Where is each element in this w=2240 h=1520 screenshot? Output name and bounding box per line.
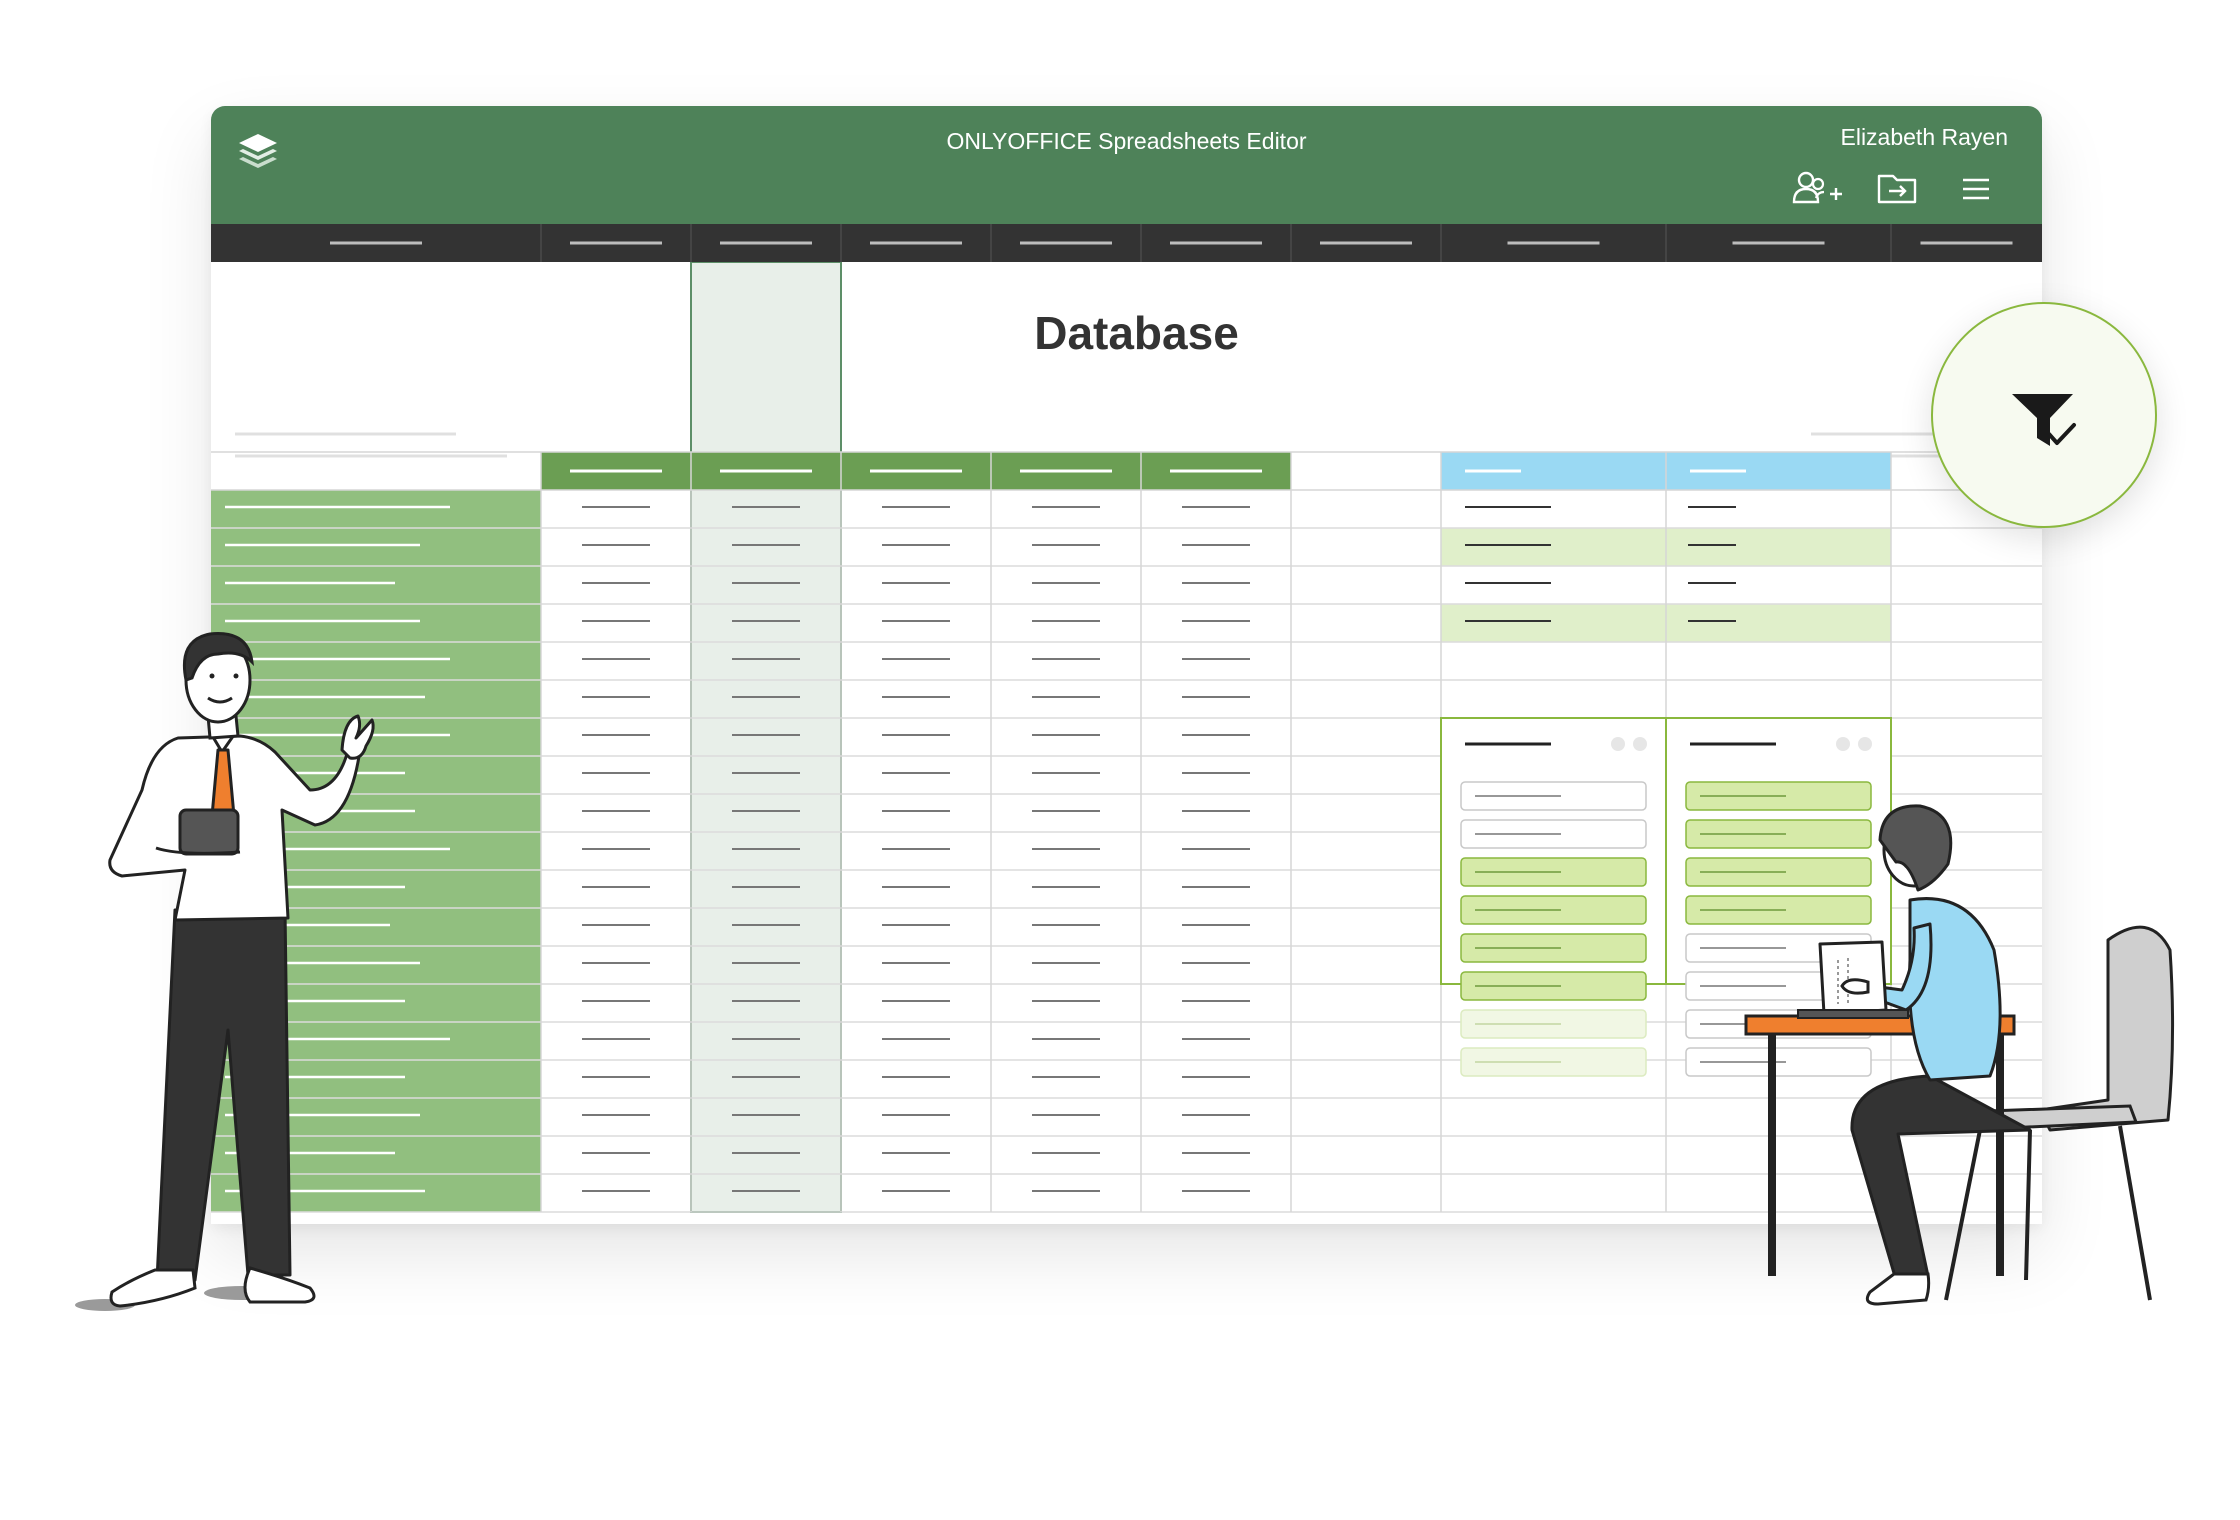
seated-person-illustration [1744,804,2175,1306]
standing-man-illustration [75,632,375,1311]
add-user-icon[interactable] [1792,168,1844,210]
sheet-title: Database [1034,307,1239,359]
filter-panel-dot [1611,737,1625,751]
filter-panel-dot [1858,737,1872,751]
filter-button[interactable] [1931,302,2157,528]
filter-panel-dot [1633,737,1647,751]
filter-panel-dot [1836,737,1850,751]
filter-applied-icon [2012,394,2076,446]
move-to-folder-icon[interactable] [1873,168,1925,210]
column-header-bar [211,224,2042,262]
user-name[interactable]: Elizabeth Rayen [1841,124,2009,151]
app-title: ONLYOFFICE Spreadsheets Editor [946,128,1307,154]
illustration-stage: ONLYOFFICE Spreadsheets Editor Elizabeth… [0,0,2240,1520]
menu-icon[interactable] [1951,168,2003,210]
title-bar: ONLYOFFICE Spreadsheets Editor Elizabeth… [211,106,2042,224]
column-letters [330,224,2013,262]
selected-column [690,262,842,1213]
